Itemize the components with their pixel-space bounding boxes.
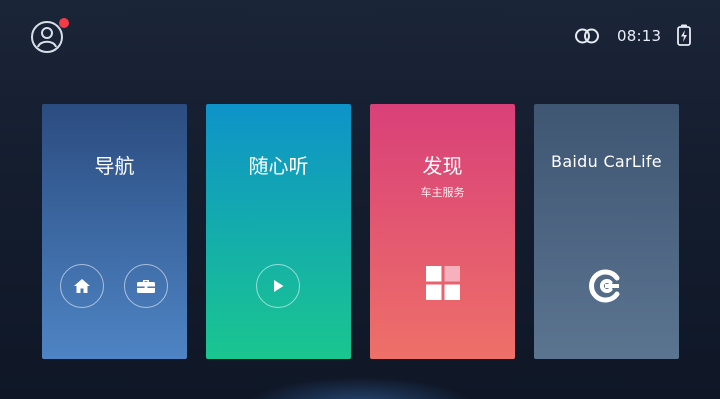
discover-card[interactable]: 发现 车主服务 [370,104,515,359]
home-icon [74,279,90,293]
status-bar: 08:13 [0,0,720,75]
music-card[interactable]: 随心听 [206,104,351,359]
work-button[interactable] [124,264,168,308]
carlife-logo [586,266,626,306]
battery-charging-icon [676,24,692,46]
play-button[interactable] [256,264,300,308]
discover-card-subtitle: 车主服务 [420,186,465,199]
discover-card-title: 发现 [422,154,463,178]
notification-dot [59,18,69,28]
music-card-title: 随心听 [248,154,309,178]
carlife-card-title: Baidu CarLife [551,152,662,171]
briefcase-icon [137,280,155,293]
apps-grid-icon [426,266,460,300]
navigation-card[interactable]: 导航 [42,104,187,359]
status-clock: 08:13 [617,27,662,45]
navigation-card-title: 导航 [94,154,135,178]
play-icon [274,280,284,292]
carlife-card[interactable]: Baidu CarLife [534,104,679,359]
link-icon[interactable] [574,26,600,46]
user-avatar-icon[interactable] [30,18,69,54]
home-button[interactable] [60,264,104,308]
